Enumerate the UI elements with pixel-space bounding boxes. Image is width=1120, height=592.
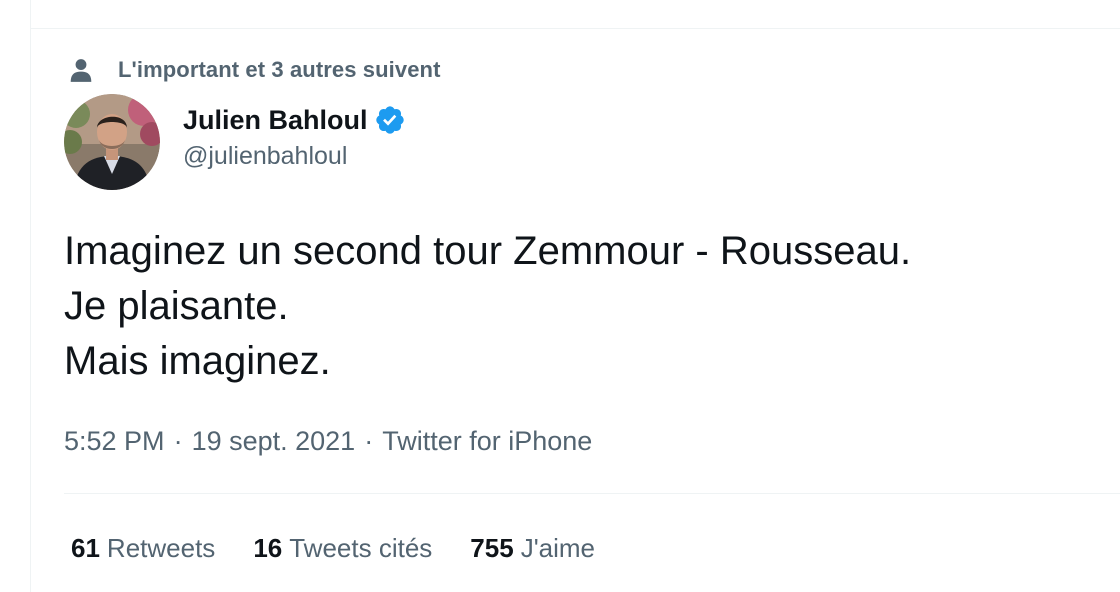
- tweet-line: Imaginez un second tour Zemmour - Rousse…: [64, 229, 912, 273]
- avatar[interactable]: [64, 94, 160, 190]
- likes-count: 755: [470, 532, 514, 563]
- engagement-stats: 61 Retweets 16 Tweets cités 755 J'aime: [71, 530, 633, 566]
- person-icon: [68, 57, 94, 83]
- tweet-date[interactable]: 19 sept. 2021: [192, 426, 356, 457]
- meta-separator: ·: [173, 425, 183, 456]
- likes-label: J'aime: [520, 532, 596, 563]
- stats-divider: [64, 493, 1120, 494]
- quote-tweets-count: 16: [253, 532, 283, 563]
- quote-tweets-stat[interactable]: 16 Tweets cités: [253, 533, 432, 564]
- retweets-count: 61: [71, 532, 100, 563]
- top-divider: [30, 28, 1120, 29]
- verified-badge-icon: [374, 104, 406, 136]
- tweet-source[interactable]: Twitter for iPhone: [382, 426, 592, 457]
- display-name[interactable]: Julien Bahloul: [183, 105, 368, 136]
- retweets-stat[interactable]: 61 Retweets: [71, 533, 215, 564]
- meta-separator: ·: [364, 425, 374, 456]
- social-context-text: L'important et 3 autres suivent: [118, 57, 441, 82]
- tweet-metadata: 5:52 PM · 19 sept. 2021 · Twitter for iP…: [64, 424, 592, 458]
- tweet-line: Mais imaginez.: [64, 339, 331, 383]
- tweet-time[interactable]: 5:52 PM: [64, 426, 165, 457]
- quote-tweets-label: Tweets cités: [289, 532, 433, 563]
- tweet-line: Je plaisante.: [64, 284, 289, 328]
- tweet-text: Imaginez un second tour Zemmour - Rousse…: [64, 224, 1104, 389]
- social-context[interactable]: L'important et 3 autres suivent: [68, 56, 441, 84]
- user-handle[interactable]: @julienbahloul: [183, 142, 347, 171]
- author-name-row[interactable]: Julien Bahloul: [183, 102, 406, 138]
- retweets-label: Retweets: [106, 532, 216, 563]
- likes-stat[interactable]: 755 J'aime: [470, 533, 595, 564]
